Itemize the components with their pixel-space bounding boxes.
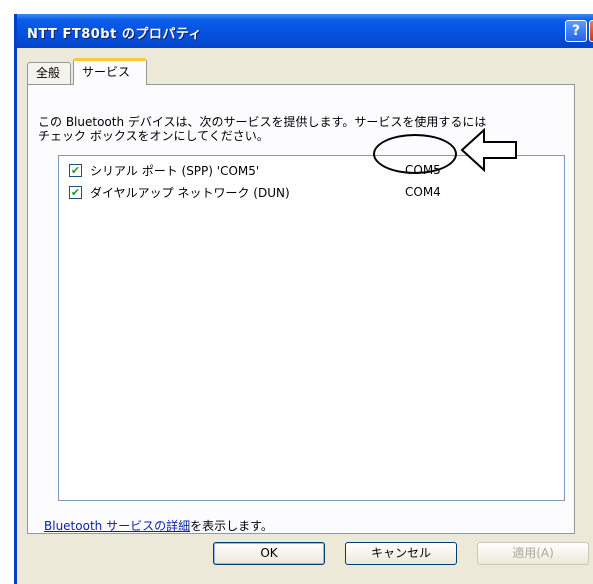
service-name: ダイヤルアップ ネットワーク (DUN)	[90, 185, 290, 200]
cancel-button[interactable]: キャンセル	[345, 542, 457, 565]
details-suffix: を表示します。	[190, 519, 273, 533]
title-bar[interactable]: NTT FT80bt のプロパティ ? X	[17, 14, 593, 48]
service-name: シリアル ポート (SPP) 'COM5'	[90, 163, 260, 178]
service-port: COM4	[405, 185, 441, 199]
service-checkbox[interactable]: ✔	[69, 185, 82, 199]
help-button[interactable]: ?	[565, 20, 587, 42]
highlight-ellipse	[373, 134, 457, 174]
list-item[interactable]: ✔ ダイヤルアップ ネットワーク (DUN) COM4	[69, 182, 549, 202]
checkmark-icon: ✔	[70, 163, 81, 177]
window-title: NTT FT80bt のプロパティ	[27, 27, 203, 42]
services-list[interactable]: ✔ シリアル ポート (SPP) 'COM5' COM5 ✔ ダイヤルアップ ネ…	[58, 155, 565, 501]
service-checkbox[interactable]: ✔	[69, 163, 82, 177]
ok-button[interactable]: OK	[213, 542, 325, 565]
details-link[interactable]: Bluetooth サービスの詳細	[44, 519, 190, 533]
tab-services[interactable]: サービス	[73, 58, 147, 85]
arrow-left-icon	[460, 127, 517, 173]
properties-window: NTT FT80bt のプロパティ ? X 全般 サービス この Bluetoo…	[14, 14, 593, 584]
details-text: Bluetooth サービスの詳細を表示します。	[44, 517, 273, 534]
tab-general[interactable]: 全般	[27, 62, 71, 84]
close-button[interactable]: X	[589, 20, 593, 42]
checkmark-icon: ✔	[70, 185, 81, 199]
apply-button[interactable]: 適用(A)	[477, 542, 589, 565]
help-icon: ?	[571, 23, 581, 39]
